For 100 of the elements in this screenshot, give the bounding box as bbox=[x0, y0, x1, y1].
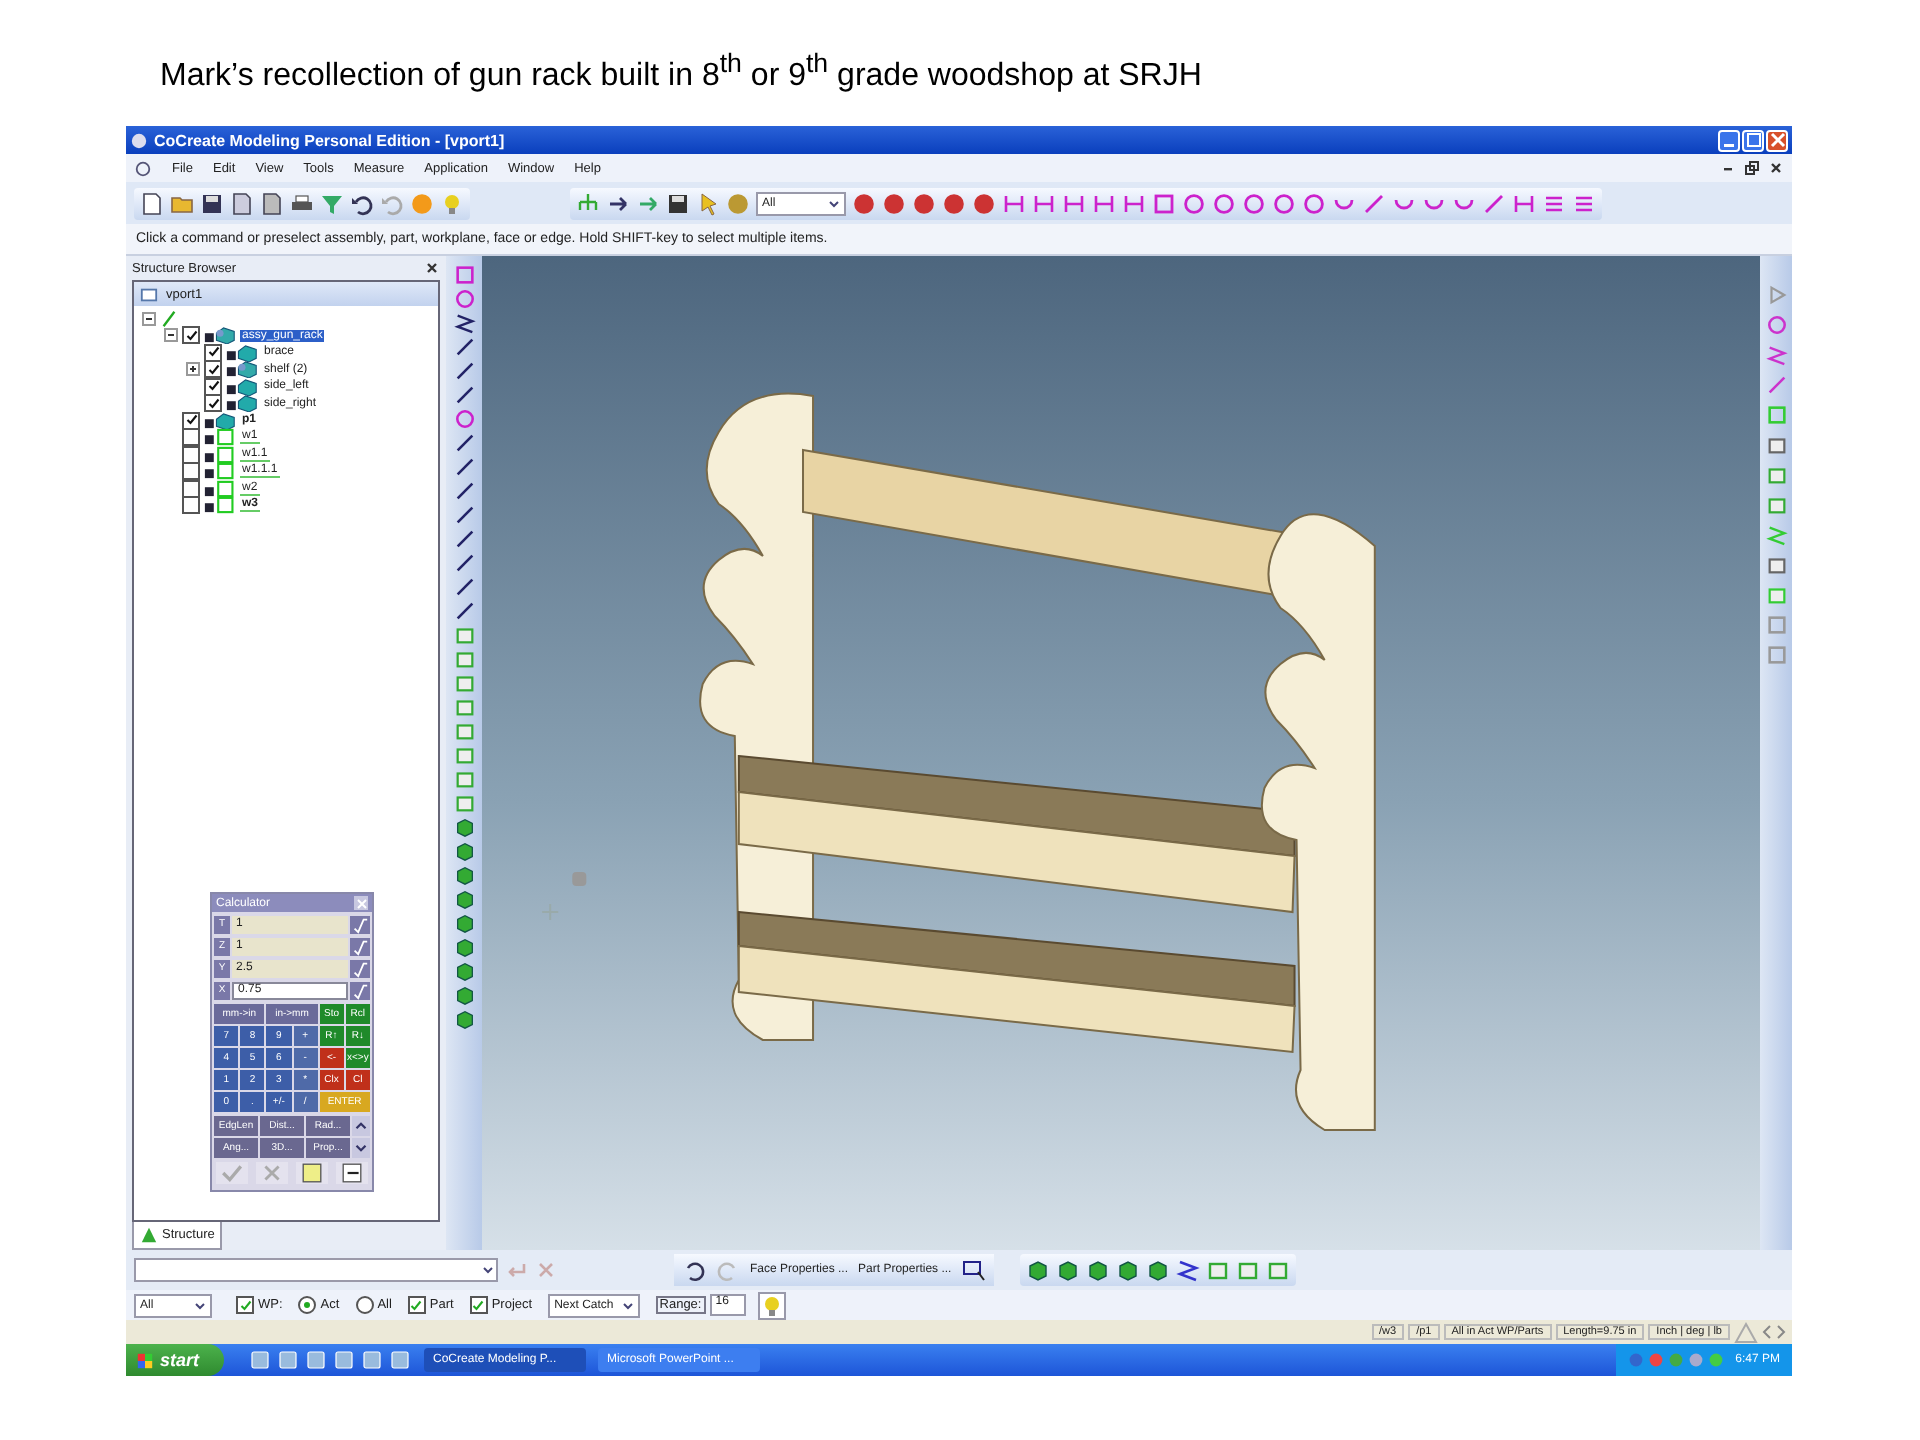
app-icon[interactable] bbox=[303, 1348, 328, 1372]
cube-icon[interactable] bbox=[453, 888, 475, 910]
close-icon[interactable] bbox=[424, 260, 440, 276]
collapse-toggle[interactable] bbox=[142, 311, 156, 326]
function-key-icon[interactable] bbox=[350, 915, 370, 933]
scroll-arrows-icon[interactable] bbox=[1762, 1320, 1786, 1344]
undo-icon[interactable] bbox=[350, 191, 374, 215]
save-icon[interactable] bbox=[200, 191, 224, 215]
text-icon[interactable] bbox=[1572, 191, 1596, 215]
help-icon[interactable] bbox=[296, 1162, 328, 1184]
function-key-icon[interactable] bbox=[350, 981, 370, 999]
line-icon[interactable] bbox=[453, 336, 475, 358]
print-icon[interactable] bbox=[290, 191, 314, 215]
checkbox[interactable] bbox=[204, 394, 222, 413]
restore-icon[interactable] bbox=[1744, 160, 1760, 176]
line-icon[interactable] bbox=[453, 432, 475, 454]
open-folder-icon[interactable] bbox=[170, 191, 194, 215]
function-key-icon[interactable] bbox=[350, 959, 370, 977]
circle-icon[interactable] bbox=[1302, 191, 1326, 215]
line-icon[interactable] bbox=[453, 360, 475, 382]
cube-icon[interactable] bbox=[1115, 1258, 1140, 1282]
checkbox[interactable] bbox=[236, 1296, 254, 1314]
line-icon[interactable] bbox=[453, 528, 475, 550]
zigzag-icon[interactable] bbox=[453, 312, 475, 334]
line-icon[interactable] bbox=[453, 504, 475, 526]
line-icon[interactable] bbox=[453, 456, 475, 478]
cursor-icon[interactable] bbox=[696, 191, 720, 215]
checkbox[interactable] bbox=[407, 1296, 426, 1314]
circle-icon[interactable] bbox=[1212, 191, 1236, 215]
arrow-icon[interactable] bbox=[606, 191, 630, 215]
dimension-icon[interactable] bbox=[1092, 191, 1116, 215]
start-button[interactable]: start bbox=[126, 1344, 224, 1376]
checkbox[interactable] bbox=[182, 496, 200, 515]
checkbox[interactable] bbox=[182, 428, 200, 447]
cube-icon[interactable] bbox=[1145, 1258, 1170, 1282]
scroll-up-icon[interactable] bbox=[352, 1116, 370, 1136]
checkbox[interactable] bbox=[204, 360, 222, 379]
block-icon[interactable] bbox=[1265, 1258, 1290, 1282]
lightbulb-icon[interactable] bbox=[757, 1291, 786, 1319]
undo-icon[interactable] bbox=[682, 1258, 706, 1282]
block-icon[interactable] bbox=[453, 768, 475, 790]
circle-icon[interactable] bbox=[1765, 314, 1787, 336]
line-icon[interactable] bbox=[453, 600, 475, 622]
line-icon[interactable] bbox=[453, 480, 475, 502]
cube-icon[interactable] bbox=[453, 936, 475, 958]
block-icon[interactable] bbox=[1765, 434, 1787, 456]
block-icon[interactable] bbox=[453, 744, 475, 766]
radio-button[interactable] bbox=[298, 1296, 317, 1314]
block-icon[interactable] bbox=[1765, 554, 1787, 576]
circle-icon[interactable] bbox=[1182, 191, 1206, 215]
block-icon[interactable] bbox=[1765, 494, 1787, 516]
cube-icon[interactable] bbox=[453, 1008, 475, 1030]
3d-viewport[interactable] bbox=[482, 256, 1760, 1250]
app-icon[interactable] bbox=[359, 1348, 384, 1372]
paste-icon[interactable] bbox=[260, 191, 284, 215]
block-icon[interactable] bbox=[453, 696, 475, 718]
cube-icon[interactable] bbox=[453, 912, 475, 934]
app-icon[interactable] bbox=[387, 1348, 412, 1372]
dimension-icon[interactable] bbox=[1512, 191, 1536, 215]
checkbox[interactable] bbox=[204, 343, 222, 362]
block-icon[interactable] bbox=[453, 720, 475, 742]
checkbox[interactable] bbox=[182, 411, 200, 430]
cube-icon[interactable] bbox=[453, 840, 475, 862]
close-icon[interactable] bbox=[1768, 160, 1784, 176]
cube-icon[interactable] bbox=[1055, 1258, 1080, 1282]
cube-icon[interactable] bbox=[1085, 1258, 1110, 1282]
line-icon[interactable] bbox=[453, 552, 475, 574]
new-file-icon[interactable] bbox=[140, 191, 164, 215]
pin-icon[interactable] bbox=[336, 1162, 368, 1184]
lines-icon[interactable] bbox=[1542, 191, 1566, 215]
scroll-down-icon[interactable] bbox=[352, 1138, 370, 1158]
cube-icon[interactable] bbox=[453, 984, 475, 1006]
dimension-icon[interactable] bbox=[1062, 191, 1086, 215]
circle-icon[interactable] bbox=[1242, 191, 1266, 215]
lightbulb-icon[interactable] bbox=[440, 191, 464, 215]
square-icon[interactable] bbox=[453, 264, 475, 286]
select-box-icon[interactable] bbox=[961, 1258, 986, 1282]
line-icon[interactable] bbox=[453, 384, 475, 406]
dimension-icon[interactable] bbox=[1002, 191, 1026, 215]
checkbox[interactable] bbox=[469, 1296, 488, 1314]
checkmark-icon[interactable] bbox=[216, 1162, 248, 1184]
cube-icon[interactable] bbox=[453, 864, 475, 886]
dimension-icon[interactable] bbox=[1032, 191, 1056, 215]
radio-button[interactable] bbox=[355, 1296, 374, 1314]
copy-icon[interactable] bbox=[230, 191, 254, 215]
block-icon[interactable] bbox=[453, 648, 475, 670]
expand-toggle[interactable] bbox=[186, 362, 200, 377]
cube-icon[interactable] bbox=[453, 816, 475, 838]
line-icon[interactable] bbox=[453, 576, 475, 598]
app-icon[interactable] bbox=[275, 1348, 300, 1372]
command-input-field[interactable] bbox=[134, 1258, 498, 1282]
browser-icon[interactable] bbox=[247, 1348, 272, 1372]
function-key-icon[interactable] bbox=[350, 937, 370, 955]
dimension-icon[interactable] bbox=[1122, 191, 1146, 215]
block-icon[interactable] bbox=[1765, 464, 1787, 486]
app-icon[interactable] bbox=[331, 1348, 356, 1372]
cube-icon[interactable] bbox=[453, 960, 475, 982]
block-icon[interactable] bbox=[453, 672, 475, 694]
block-icon[interactable] bbox=[1235, 1258, 1260, 1282]
checkbox[interactable] bbox=[182, 462, 200, 481]
